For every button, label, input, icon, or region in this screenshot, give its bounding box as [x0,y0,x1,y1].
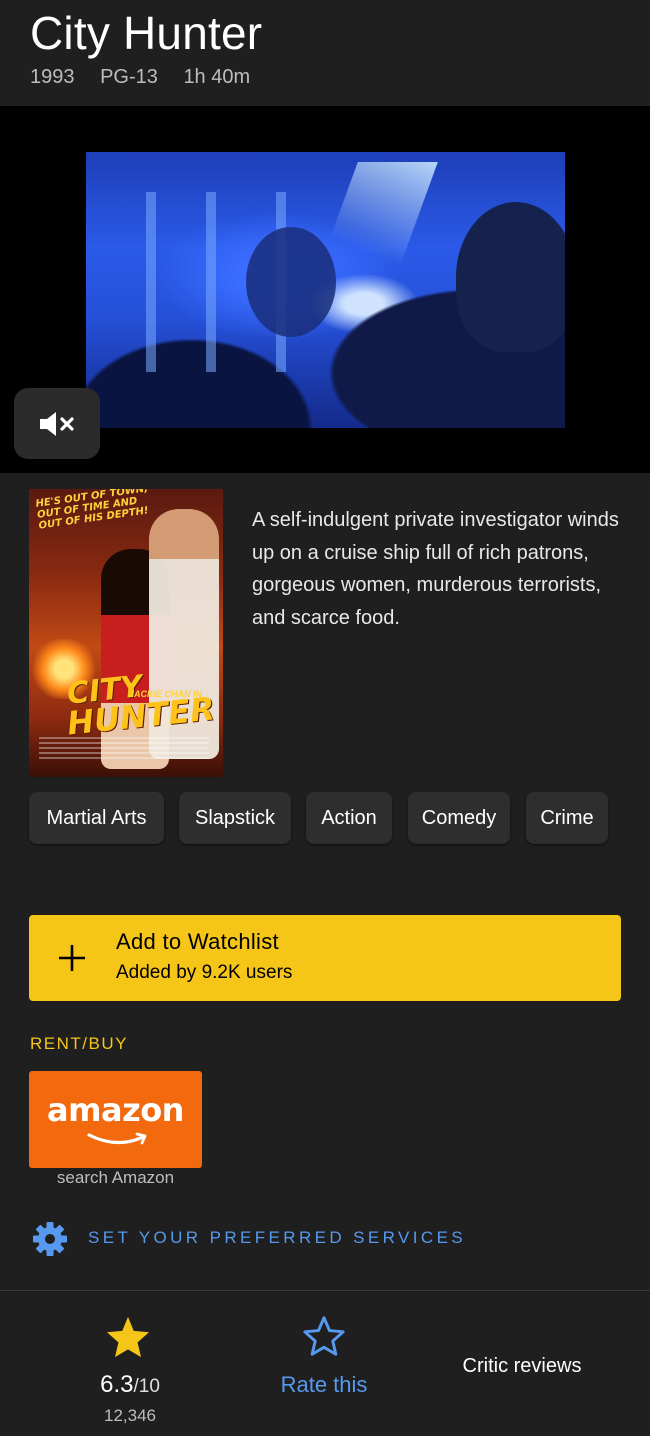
add-to-watchlist-button[interactable]: Add to Watchlist Added by 9.2K users [29,915,621,1001]
genre-chips: Martial Arts Slapstick Action Comedy Cri… [0,792,650,844]
plus-icon [59,945,85,971]
amazon-button[interactable]: amazon [29,1071,202,1168]
genre-chip[interactable]: Action [306,792,392,844]
genre-chip[interactable]: Martial Arts [29,792,164,844]
genre-chip[interactable]: Comedy [408,792,510,844]
imdb-rating[interactable]: 6.3/10 12,346 [0,1291,260,1436]
title-meta: 1993 PG-13 1h 40m [30,66,270,89]
poster-credits [39,737,209,761]
amazon-caption: search Amazon [56,1168,175,1187]
genre-chip[interactable]: Crime [526,792,608,844]
movie-poster[interactable]: HE'S OUT OF TOWN, OUT OF TIME AND OUT OF… [29,489,223,777]
genre-chip[interactable]: Slapstick [179,792,291,844]
trailer-frame[interactable] [86,152,565,428]
watchlist-count: Added by 9.2K users [116,962,293,983]
ratings-bar: 6.3/10 12,346 Rate this Critic reviews [0,1290,650,1436]
title-header: City Hunter 1993 PG-13 1h 40m [0,0,650,106]
star-outline-icon [303,1316,345,1356]
content-rating: PG-13 [100,66,158,88]
page-title: City Hunter [30,7,263,59]
release-year: 1993 [30,66,75,88]
trailer-player[interactable] [0,106,650,473]
amazon-logo: amazon [47,1091,184,1129]
mute-button[interactable] [14,388,100,459]
critic-reviews-label: Critic reviews [462,1355,582,1377]
rate-this-label: Rate this [280,1372,368,1397]
rating-value: 6.3/10 [100,1371,160,1398]
rate-this-button[interactable]: Rate this [224,1291,424,1436]
preferred-services-label: SET YOUR PREFERRED SERVICES [88,1228,467,1247]
amazon-smile-icon [87,1132,147,1145]
gear-icon [33,1222,67,1256]
star-filled-icon [106,1316,150,1358]
poster-tagline: HE'S OUT OF TOWN, OUT OF TIME AND OUT OF… [35,489,150,532]
rent-buy-heading: RENT/BUY [30,1034,128,1053]
plot-description: A self-indulgent private investigator wi… [252,509,619,629]
rating-count: 12,346 [104,1406,156,1425]
volume-mute-icon [40,411,74,436]
watchlist-label: Add to Watchlist [116,929,279,954]
runtime: 1h 40m [183,66,251,88]
critic-reviews-button[interactable]: Critic reviews [422,1291,622,1436]
